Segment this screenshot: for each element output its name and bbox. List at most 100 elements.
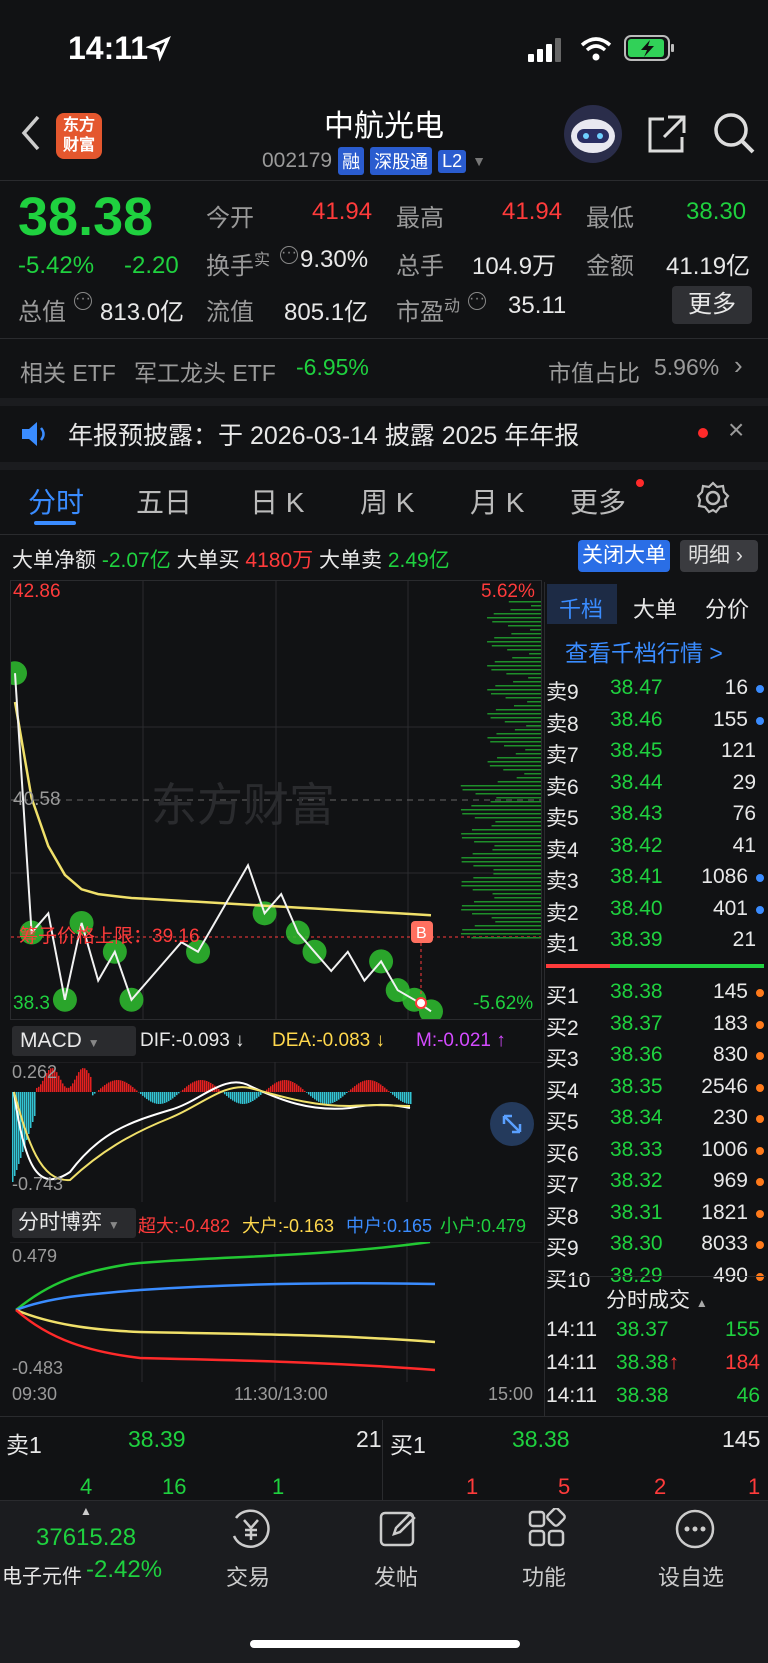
trade-yen-icon[interactable] (228, 1508, 274, 1550)
ask-row[interactable]: 卖3 38.41 1086 (546, 865, 766, 896)
stock-code-row[interactable]: 002179 融 深股通 L2 ▼ (262, 147, 486, 175)
etf-row[interactable]: 相关 ETF 军工龙头 ETF -6.95% 市值占比 5.96% › (0, 340, 768, 396)
side-tab-price[interactable]: 分价 (705, 592, 749, 624)
ask-row[interactable]: 卖5 38.43 76 (546, 802, 766, 833)
tab-weekly-k[interactable]: 周 K (360, 481, 414, 521)
ask-row[interactable]: 卖9 38.47 16 (546, 676, 766, 707)
more-info-icon[interactable]: ··· (280, 245, 298, 264)
macd-bar (64, 1086, 66, 1092)
bid-row[interactable]: 买4 38.35 2546 (546, 1075, 766, 1106)
macd-bar (152, 1092, 154, 1103)
notice-banner[interactable]: 年报预披露：于 2026-03-14 披露 2025 年年报 × (0, 406, 768, 462)
macd-bar (100, 1088, 102, 1092)
tab-more[interactable]: 更多 (570, 481, 626, 521)
macd-bar (60, 1079, 62, 1092)
macd-m: M:-0.021 ↑ (416, 1030, 506, 1051)
functions-grid-icon[interactable] (526, 1508, 568, 1550)
pe-value: 35.11 (508, 292, 567, 319)
sector-index-value[interactable]: 37615.28 (36, 1524, 136, 1552)
ask-row[interactable]: 卖1 38.39 21 (546, 928, 766, 959)
intraday-chart-svg: 东方财富 B (3, 581, 541, 1024)
volume-profile-bar (487, 617, 541, 619)
watermark: 东方财富 (151, 779, 335, 831)
nav-watchlist[interactable]: 设自选 (658, 1560, 724, 1592)
post-edit-icon[interactable] (378, 1508, 420, 1550)
macd-bar (324, 1092, 326, 1104)
tab-monthly-k[interactable]: 月 K (470, 481, 524, 521)
macd-bar (70, 1086, 72, 1092)
volume-profile-bar (461, 861, 541, 863)
bigorder-sell: 2.49亿 (387, 549, 450, 572)
volume-profile-bar (473, 877, 541, 879)
pct-max-label: 5.62% (481, 581, 535, 602)
sector-name[interactable]: 电子元件 (2, 1560, 82, 1589)
bid-row[interactable]: 买7 38.32 969 (546, 1169, 766, 1200)
tab-5day[interactable]: 五日 (136, 481, 192, 521)
expand-icon[interactable] (490, 1102, 534, 1146)
pe-info-icon[interactable]: ··· (468, 291, 486, 310)
y-prev-close-label: 40.58 (13, 789, 61, 810)
expand-up-icon[interactable]: ▲ (80, 1504, 92, 1518)
bigorder-dot (3, 661, 27, 686)
bigorder-sell-label: 大单卖 (318, 549, 382, 572)
nav-functions[interactable]: 功能 (522, 1560, 566, 1592)
volume-profile-bar (497, 757, 541, 759)
mktcap-value: 813.0亿 (100, 299, 185, 326)
detail-button[interactable]: 明细 › (680, 540, 758, 572)
macd-bar (346, 1092, 348, 1093)
etf-change: -6.95% (296, 354, 369, 380)
volume-profile-bar (471, 937, 541, 939)
more-button[interactable]: 更多 (672, 286, 752, 324)
ask-row[interactable]: 卖6 38.44 29 (546, 771, 766, 802)
ask-row[interactable]: 卖4 38.42 41 (546, 834, 766, 865)
macd-bar (242, 1092, 244, 1104)
trade-row[interactable]: 14:11 38.38 ↑ 184 (546, 1351, 766, 1382)
bid-row[interactable]: 买1 38.38 145 (546, 980, 766, 1011)
settings-gear-icon[interactable] (696, 481, 730, 515)
bigorder-net: -2.07亿 (101, 549, 171, 572)
y-min-label: 38.3 (13, 993, 50, 1014)
mktcap-info-icon[interactable]: ··· (74, 291, 92, 310)
ask-row[interactable]: 卖7 38.45 121 (546, 739, 766, 770)
bid-row[interactable]: 买2 38.37 183 (546, 1012, 766, 1043)
volume-profile-bar (494, 637, 541, 639)
volume-profile-bar (507, 649, 541, 651)
macd-bar (376, 1082, 378, 1092)
capital-game-panel[interactable]: 分时博弈 ▼ 超大:-0.482 大户:-0.163 中户:0.165 小户:0… (10, 1204, 542, 1404)
volume-profile-bar (497, 781, 541, 783)
watchlist-settings-icon[interactable] (674, 1508, 716, 1550)
search-icon[interactable] (712, 111, 756, 155)
macd-y-bot: -0.743 (12, 1174, 64, 1194)
tab-daily-k[interactable]: 日 K (250, 481, 304, 521)
level-label: 卖8 (546, 712, 579, 736)
robot-assistant-icon[interactable] (562, 103, 624, 165)
trades-title[interactable]: 分时成交 ▲ (606, 1284, 708, 1314)
trade-row[interactable]: 14:11 38.38 46 (546, 1384, 766, 1415)
bid-row[interactable]: 买8 38.31 1821 (546, 1201, 766, 1232)
trade-row[interactable]: 14:11 38.37 155 (546, 1318, 766, 1349)
intraday-chart[interactable]: 东方财富 B 42.86 40.58 38.3 5.62% -5.62% 筹子价… (3, 580, 542, 1024)
bid-row[interactable]: 买3 38.36 830 (546, 1043, 766, 1074)
side-tab-bigorder[interactable]: 大单 (633, 592, 677, 624)
volume-profile-bar (461, 857, 541, 859)
macd-panel[interactable]: MACD ▼ DIF:-0.093 ↓ DEA:-0.083 ↓ M:-0.02… (10, 1022, 542, 1202)
game-label: 分时博弈 (18, 1211, 102, 1234)
macd-selector[interactable]: MACD ▼ (12, 1026, 136, 1056)
close-icon[interactable]: × (728, 414, 744, 446)
bid-row[interactable]: 买5 38.34 230 (546, 1106, 766, 1137)
level-dot (756, 1209, 764, 1218)
bid-row[interactable]: 买9 38.30 8033 (546, 1232, 766, 1263)
nav-trade[interactable]: 交易 (226, 1560, 270, 1592)
nav-post[interactable]: 发帖 (374, 1560, 418, 1592)
game-selector[interactable]: 分时博弈 ▼ (12, 1208, 136, 1238)
tab-intraday[interactable]: 分时 (28, 481, 84, 521)
depth-link[interactable]: 查看千档行情 > (565, 634, 723, 668)
side-tab-depth[interactable]: 千档 (559, 592, 603, 624)
macd-bar (402, 1092, 404, 1102)
ask-row[interactable]: 卖8 38.46 155 (546, 708, 766, 739)
bid-row[interactable]: 买6 38.33 1006 (546, 1138, 766, 1169)
level-label: 买10 (546, 1268, 591, 1292)
ask-row[interactable]: 卖2 38.40 401 (546, 897, 766, 928)
close-bigorder-button[interactable]: 关闭大单 (578, 540, 670, 572)
share-icon[interactable] (646, 113, 688, 155)
